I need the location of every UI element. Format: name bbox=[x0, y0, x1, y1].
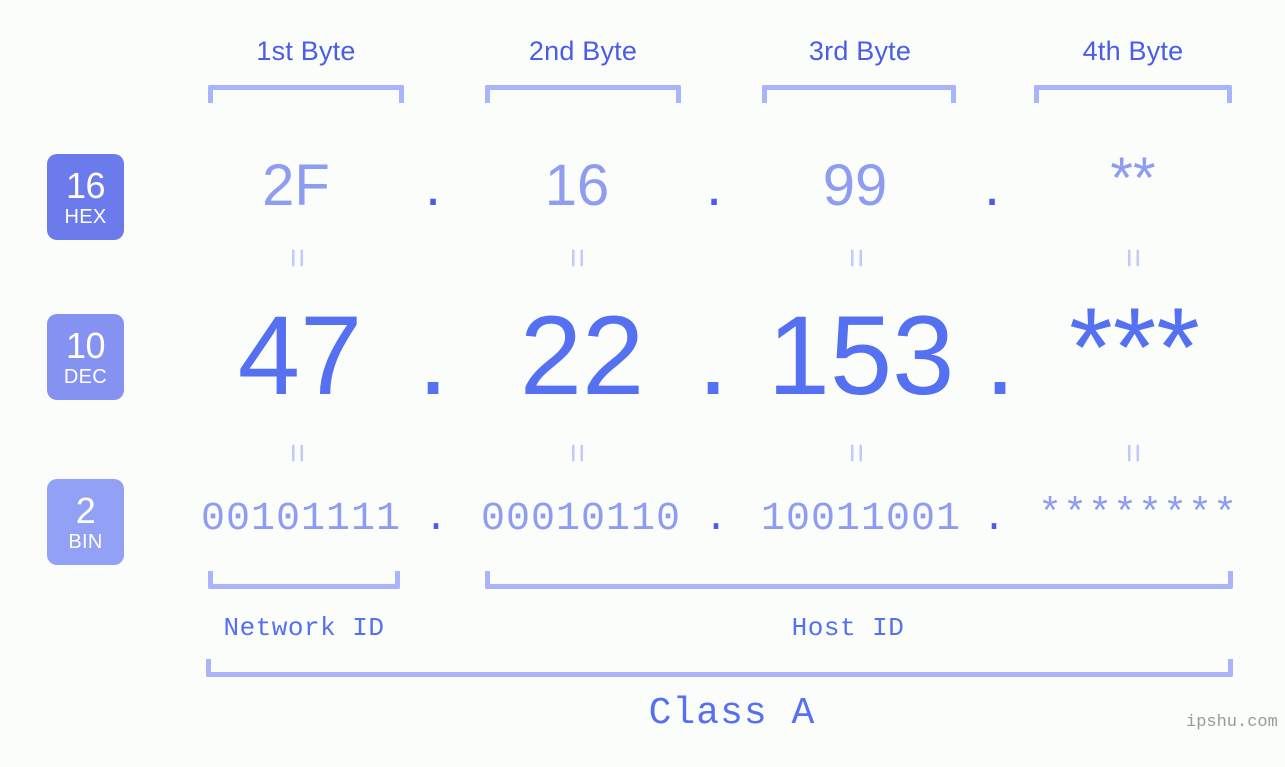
byte-bracket-top-1 bbox=[208, 85, 404, 103]
equals-mark-hex-dec-3: = bbox=[837, 248, 875, 268]
dec-value-byte-3: 153 bbox=[767, 293, 955, 418]
byte-header-label-1: 1st Byte bbox=[256, 36, 356, 66]
base-badge-bin-number: 2 bbox=[75, 489, 96, 531]
bin-value-byte-1: 00101111 bbox=[200, 497, 402, 542]
base-badge-dec: 10 DEC bbox=[47, 314, 124, 400]
equals-mark-dec-bin-2: = bbox=[558, 443, 596, 463]
bin-separator-1: . bbox=[423, 497, 448, 542]
equals-mark-dec-bin-1: = bbox=[278, 443, 316, 463]
site-watermark: ipshu.com bbox=[1186, 713, 1278, 732]
dec-separator-1: . bbox=[417, 293, 449, 418]
base-badge-dec-number: 10 bbox=[65, 324, 106, 366]
ip-address-breakdown-diagram: 1st Byte 2nd Byte 3rd Byte 4th Byte 16 H… bbox=[0, 0, 1285, 767]
bin-value-byte-2: 00010110 bbox=[480, 497, 682, 542]
base-badge-bin-name: BIN bbox=[68, 530, 103, 553]
equals-mark-hex-dec-2: = bbox=[558, 248, 596, 268]
equals-mark-hex-dec-4: = bbox=[1114, 248, 1152, 268]
hex-separator-1: . bbox=[424, 153, 442, 218]
dec-value-byte-1: 47 bbox=[237, 293, 363, 418]
class-label: Class A bbox=[648, 692, 816, 735]
base-badge-hex: 16 HEX bbox=[47, 154, 124, 240]
host-id-bracket bbox=[485, 571, 1233, 589]
byte-header-label-2: 2nd Byte bbox=[528, 36, 638, 66]
hex-value-byte-2: 16 bbox=[544, 153, 610, 218]
byte-bracket-top-2 bbox=[485, 85, 681, 103]
bin-separator-3: . bbox=[981, 497, 1006, 542]
byte-bracket-top-3 bbox=[762, 85, 956, 103]
host-id-label: Host ID bbox=[791, 613, 905, 643]
base-badge-bin: 2 BIN bbox=[47, 479, 124, 565]
network-id-bracket bbox=[208, 571, 400, 589]
class-bracket bbox=[206, 659, 1233, 677]
dec-value-byte-4: *** bbox=[1069, 285, 1200, 410]
byte-header-label-3: 3rd Byte bbox=[808, 36, 912, 66]
equals-mark-dec-bin-3: = bbox=[837, 443, 875, 463]
hex-separator-3: . bbox=[983, 153, 1001, 218]
base-badge-hex-number: 16 bbox=[65, 164, 106, 206]
byte-bracket-top-4 bbox=[1034, 85, 1232, 103]
dec-value-byte-2: 22 bbox=[519, 293, 645, 418]
hex-value-byte-4: ** bbox=[1110, 146, 1156, 211]
base-badge-dec-name: DEC bbox=[63, 365, 108, 388]
equals-mark-hex-dec-1: = bbox=[278, 248, 316, 268]
hex-separator-2: . bbox=[705, 153, 723, 218]
hex-value-byte-1: 2F bbox=[262, 153, 330, 218]
dec-separator-2: . bbox=[697, 293, 729, 418]
base-badge-hex-name: HEX bbox=[64, 205, 107, 228]
bin-separator-2: . bbox=[703, 497, 728, 542]
bin-value-byte-3: 10011001 bbox=[760, 497, 962, 542]
byte-header-label-4: 4th Byte bbox=[1082, 36, 1184, 66]
network-id-label: Network ID bbox=[223, 613, 385, 643]
equals-mark-dec-bin-4: = bbox=[1114, 443, 1152, 463]
hex-value-byte-3: 99 bbox=[822, 153, 888, 218]
bin-value-byte-4: ******** bbox=[1037, 493, 1239, 538]
